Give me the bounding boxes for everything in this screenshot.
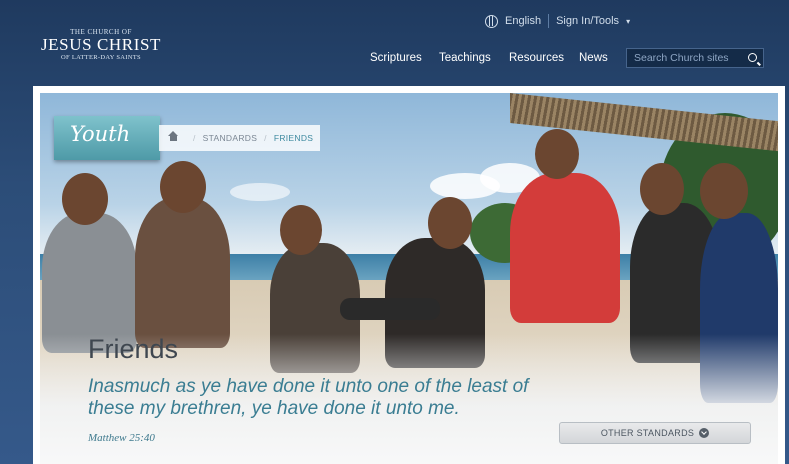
- logo-line-3: OF LATTER-DAY SAINTS: [61, 54, 141, 61]
- nav-resources[interactable]: Resources: [509, 52, 579, 64]
- person-7-head: [700, 163, 748, 219]
- home-icon[interactable]: [168, 130, 178, 143]
- breadcrumb: / STANDARDS / FRIENDS: [159, 125, 320, 151]
- search-placeholder: Search Church sites: [634, 52, 729, 64]
- chevron-down-icon: [699, 428, 710, 438]
- sign-in-tools-link[interactable]: Sign In/Tools: [556, 15, 619, 27]
- breadcrumb-standards[interactable]: STANDARDS: [203, 133, 258, 143]
- person-1: [42, 213, 137, 353]
- person-2: [135, 198, 230, 348]
- logo-line-2: JESUS CHRIST: [40, 35, 162, 54]
- site-header: THE CHURCH OF JESUS CHRIST OF LATTER-DAY…: [0, 0, 789, 86]
- breadcrumb-friends: FRIENDS: [273, 133, 314, 143]
- globe-icon: [485, 14, 498, 28]
- search-icon[interactable]: [748, 53, 757, 62]
- person-4-head: [428, 197, 472, 249]
- other-standards-button[interactable]: OTHER STANDARDS: [559, 422, 751, 444]
- page-title: Friends: [88, 334, 179, 364]
- breadcrumb-separator: /: [193, 133, 196, 143]
- utility-divider: [548, 14, 550, 28]
- scripture-quote: Inasmuch as ye have done it unto one of …: [88, 376, 529, 419]
- person-5-head: [535, 129, 579, 179]
- search-input[interactable]: Search Church sites: [626, 48, 764, 68]
- church-logo[interactable]: THE CHURCH OF JESUS CHRIST OF LATTER-DAY…: [40, 28, 162, 61]
- nav-scriptures[interactable]: Scriptures: [370, 52, 439, 64]
- cloud: [230, 183, 290, 201]
- language-link[interactable]: English: [505, 15, 541, 27]
- utility-bar: English Sign In/Tools ▾: [485, 14, 630, 28]
- chevron-down-icon: ▾: [626, 16, 631, 26]
- nav-teachings[interactable]: Teachings: [439, 52, 509, 64]
- person-2-head: [160, 161, 206, 213]
- youth-tab[interactable]: Youth: [54, 116, 160, 160]
- person-3-head: [280, 205, 322, 255]
- breadcrumb-separator: /: [264, 133, 267, 143]
- other-standards-label: OTHER STANDARDS: [600, 428, 695, 438]
- person-5: [510, 173, 620, 323]
- person-6-head: [640, 163, 684, 215]
- person-1-head: [62, 173, 108, 225]
- nav-news[interactable]: News: [579, 52, 608, 64]
- youth-tab-label: Youth: [70, 122, 131, 146]
- scripture-reference[interactable]: Matthew 25:40: [88, 432, 155, 444]
- guitar: [340, 298, 440, 320]
- main-nav: Scriptures Teachings Resources News: [370, 52, 608, 64]
